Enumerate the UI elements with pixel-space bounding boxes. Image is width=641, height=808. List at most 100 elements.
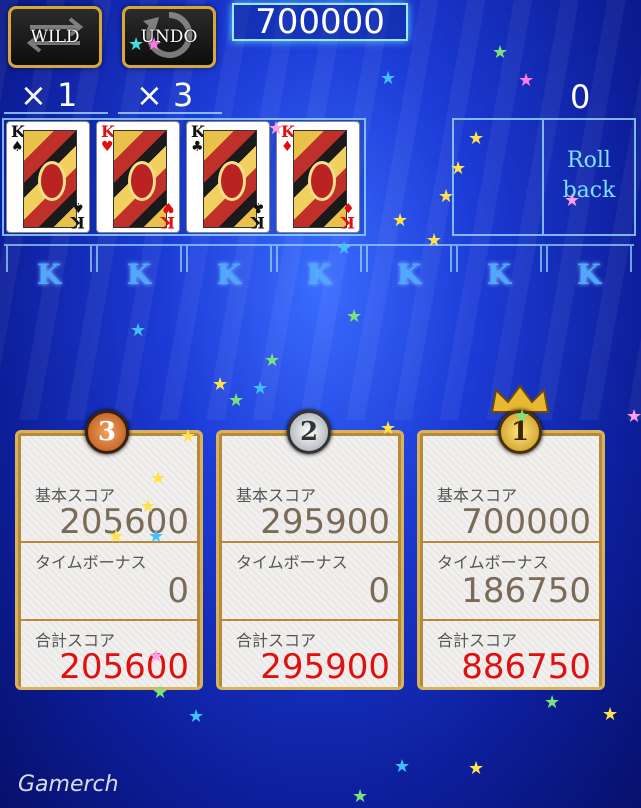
divider	[4, 112, 108, 114]
current-score: 700000	[232, 2, 408, 42]
wild-count: × 1	[20, 76, 78, 114]
total-score-section: 合計スコア 295900	[222, 621, 398, 687]
star-icon: ★	[544, 692, 561, 713]
column-slot[interactable]: K	[364, 244, 454, 292]
time-bonus-section: タイムボーナス 0	[21, 543, 197, 619]
star-icon: ★	[514, 406, 531, 427]
column-slot[interactable]: K	[544, 244, 634, 292]
star-icon: ★	[352, 786, 369, 807]
star-icon: ★	[188, 706, 205, 727]
time-bonus-section: タイムボーナス 0	[222, 543, 398, 619]
card-suit-icon: ♥	[101, 139, 114, 155]
star-icon: ★	[394, 756, 411, 777]
card-suit-icon: ♠	[11, 139, 24, 155]
star-icon: ★	[228, 390, 245, 411]
star-icon: ★	[468, 128, 485, 149]
time-bonus-value: 186750	[461, 571, 591, 611]
total-score-section: 合計スコア 205600	[21, 621, 197, 687]
side-score: 0	[570, 78, 591, 116]
star-icon: ★	[148, 526, 165, 547]
undo-label: UNDO	[140, 27, 198, 47]
undo-count: × 3	[136, 76, 194, 114]
column-row: KKKKKKK	[0, 244, 641, 294]
star-icon: ★	[212, 374, 229, 395]
playing-card[interactable]: K ♦ ♦ K	[276, 121, 360, 233]
star-icon: ★	[252, 378, 269, 399]
column-slot[interactable]: K	[184, 244, 274, 292]
rank-3-medal: 3	[85, 410, 129, 454]
card-suit-icon: ♦	[342, 199, 355, 215]
column-label: K	[486, 258, 512, 291]
result-panel-rank-1: 基本スコア 700000 タイムボーナス 186750 合計スコア 886750	[417, 430, 605, 690]
rollback-line1: Roll	[567, 148, 611, 173]
time-bonus-section: タイムボーナス 186750	[423, 543, 599, 619]
card-suit-icon: ♦	[281, 139, 294, 155]
time-bonus-value: 0	[167, 571, 189, 611]
column-slot[interactable]: K	[454, 244, 544, 292]
card-suit-icon: ♥	[162, 199, 175, 215]
rank-2-number: 2	[299, 417, 319, 447]
star-icon: ★	[140, 496, 157, 517]
star-icon: ★	[626, 406, 641, 427]
rank-3-number: 3	[97, 417, 117, 447]
star-icon: ★	[148, 646, 165, 667]
card-rank: K	[161, 213, 175, 232]
star-icon: ★	[268, 118, 285, 139]
result-panel-rank-2: 基本スコア 295900 タイムボーナス 0 合計スコア 295900	[216, 430, 404, 690]
base-score-value: 295900	[260, 502, 390, 542]
card-rank: K	[341, 213, 355, 232]
column-label: K	[306, 258, 332, 291]
card-rank: K	[251, 213, 265, 232]
star-icon: ★	[380, 68, 397, 89]
rollback-button[interactable]: Roll back	[548, 146, 630, 206]
column-slot[interactable]: K	[94, 244, 184, 292]
time-bonus-value: 0	[368, 571, 390, 611]
card-suit-icon: ♣	[252, 199, 265, 215]
column-label: K	[576, 258, 602, 291]
column-label: K	[216, 258, 242, 291]
wild-label: WILD	[30, 27, 80, 47]
rollback-line2: back	[562, 178, 616, 203]
king-face-icon	[203, 130, 257, 228]
star-icon: ★	[392, 210, 409, 231]
king-face-icon	[113, 130, 167, 228]
star-icon: ★	[150, 468, 167, 489]
card-suit-icon: ♣	[191, 139, 204, 155]
star-icon: ★	[518, 70, 535, 91]
column-label: K	[396, 258, 422, 291]
time-bonus-label: タイムボーナス	[437, 553, 549, 572]
card-suit-icon: ♠	[72, 199, 85, 215]
total-score-section: 合計スコア 886750	[423, 621, 599, 687]
star-icon: ★	[108, 526, 125, 547]
star-icon: ★	[130, 320, 147, 341]
column-slot[interactable]: K	[4, 244, 94, 292]
star-icon: ★	[380, 418, 397, 439]
playing-card[interactable]: K ♠ ♠ K	[6, 121, 90, 233]
rank-2-medal: 2	[287, 410, 331, 454]
playing-card[interactable]: K ♥ ♥ K	[96, 121, 180, 233]
star-icon: ★	[264, 350, 281, 371]
card-rank: K	[71, 213, 85, 232]
playing-card[interactable]: K ♣ ♣ K	[186, 121, 270, 233]
star-icon: ★	[492, 42, 509, 63]
time-bonus-label: タイムボーナス	[236, 553, 348, 572]
total-score-value: 886750	[461, 647, 591, 687]
wild-button[interactable]: WILD	[8, 6, 102, 68]
total-score-value: 295900	[260, 647, 390, 687]
result-panel-rank-3: 基本スコア 205600 タイムボーナス 0 合計スコア 205600	[15, 430, 203, 690]
base-score-value: 700000	[461, 502, 591, 542]
watermark: Gamerch	[18, 772, 119, 797]
star-icon: ★	[602, 704, 619, 725]
divider	[118, 112, 222, 114]
star-icon: ★	[152, 682, 169, 703]
star-icon: ★	[468, 758, 485, 779]
star-icon: ★	[180, 426, 197, 447]
column-label: K	[36, 258, 62, 291]
total-score-value: 205600	[59, 647, 189, 687]
star-icon: ★	[346, 306, 363, 327]
star-icon: ★	[426, 230, 443, 251]
star-icon: ★	[336, 238, 353, 259]
star-icon: ★	[450, 158, 467, 179]
king-face-icon	[293, 130, 347, 228]
time-bonus-label: タイムボーナス	[35, 553, 147, 572]
